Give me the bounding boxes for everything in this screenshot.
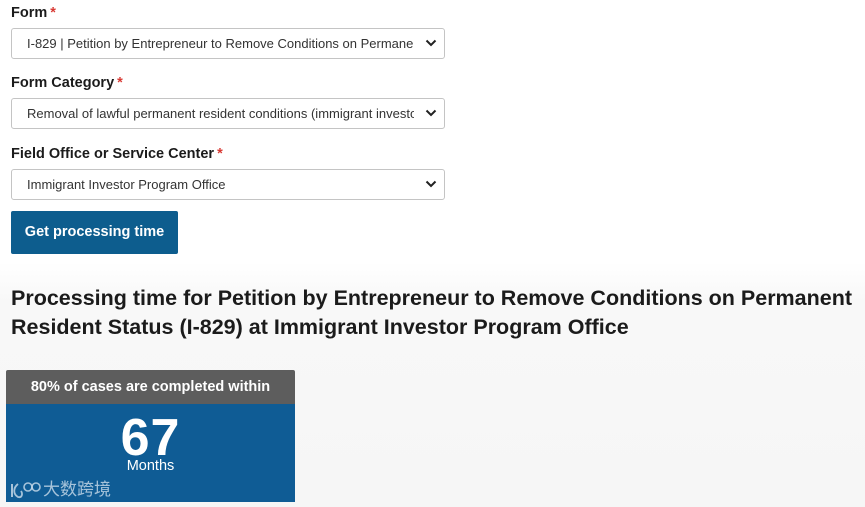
form-category-select[interactable]: Removal of lawful permanent resident con… xyxy=(11,98,445,129)
chevron-down-icon xyxy=(425,109,437,117)
form-label: Form * xyxy=(11,4,447,22)
form-category-label: Form Category * xyxy=(11,74,447,92)
card-header: 80% of cases are completed within xyxy=(6,370,295,404)
field-office-select[interactable]: Immigrant Investor Program Office xyxy=(11,169,445,200)
get-processing-time-button[interactable]: Get processing time xyxy=(11,211,178,254)
required-marker: * xyxy=(217,146,223,162)
form-select-value: I-829 | Petition by Entrepreneur to Remo… xyxy=(27,36,414,51)
field-office-label-text: Field Office or Service Center xyxy=(11,146,215,162)
field-office-select-value: Immigrant Investor Program Office xyxy=(27,177,226,192)
required-marker: * xyxy=(117,75,123,91)
watermark: 大数跨境 xyxy=(9,479,111,501)
result-title: Processing time for Petition by Entrepre… xyxy=(11,286,853,339)
form-label-text: Form xyxy=(11,5,48,21)
form-category-select-value: Removal of lawful permanent resident con… xyxy=(27,106,414,121)
form-category-label-text: Form Category xyxy=(11,75,115,91)
watermark-logo-icon xyxy=(11,482,41,499)
required-marker: * xyxy=(50,5,56,21)
form-category-field: Form Category * Removal of lawful permane… xyxy=(11,74,447,129)
chevron-down-icon xyxy=(425,39,437,47)
field-office-field: Field Office or Service Center * Immigran… xyxy=(11,145,447,200)
watermark-text: 大数跨境 xyxy=(43,480,111,500)
form-select[interactable]: I-829 | Petition by Entrepreneur to Remo… xyxy=(11,28,445,59)
chevron-down-icon xyxy=(425,180,437,188)
processing-time-unit: Months xyxy=(126,458,175,474)
field-office-label: Field Office or Service Center * xyxy=(11,145,447,163)
form-field: Form * I-829 | Petition by Entrepreneur t… xyxy=(11,4,447,59)
